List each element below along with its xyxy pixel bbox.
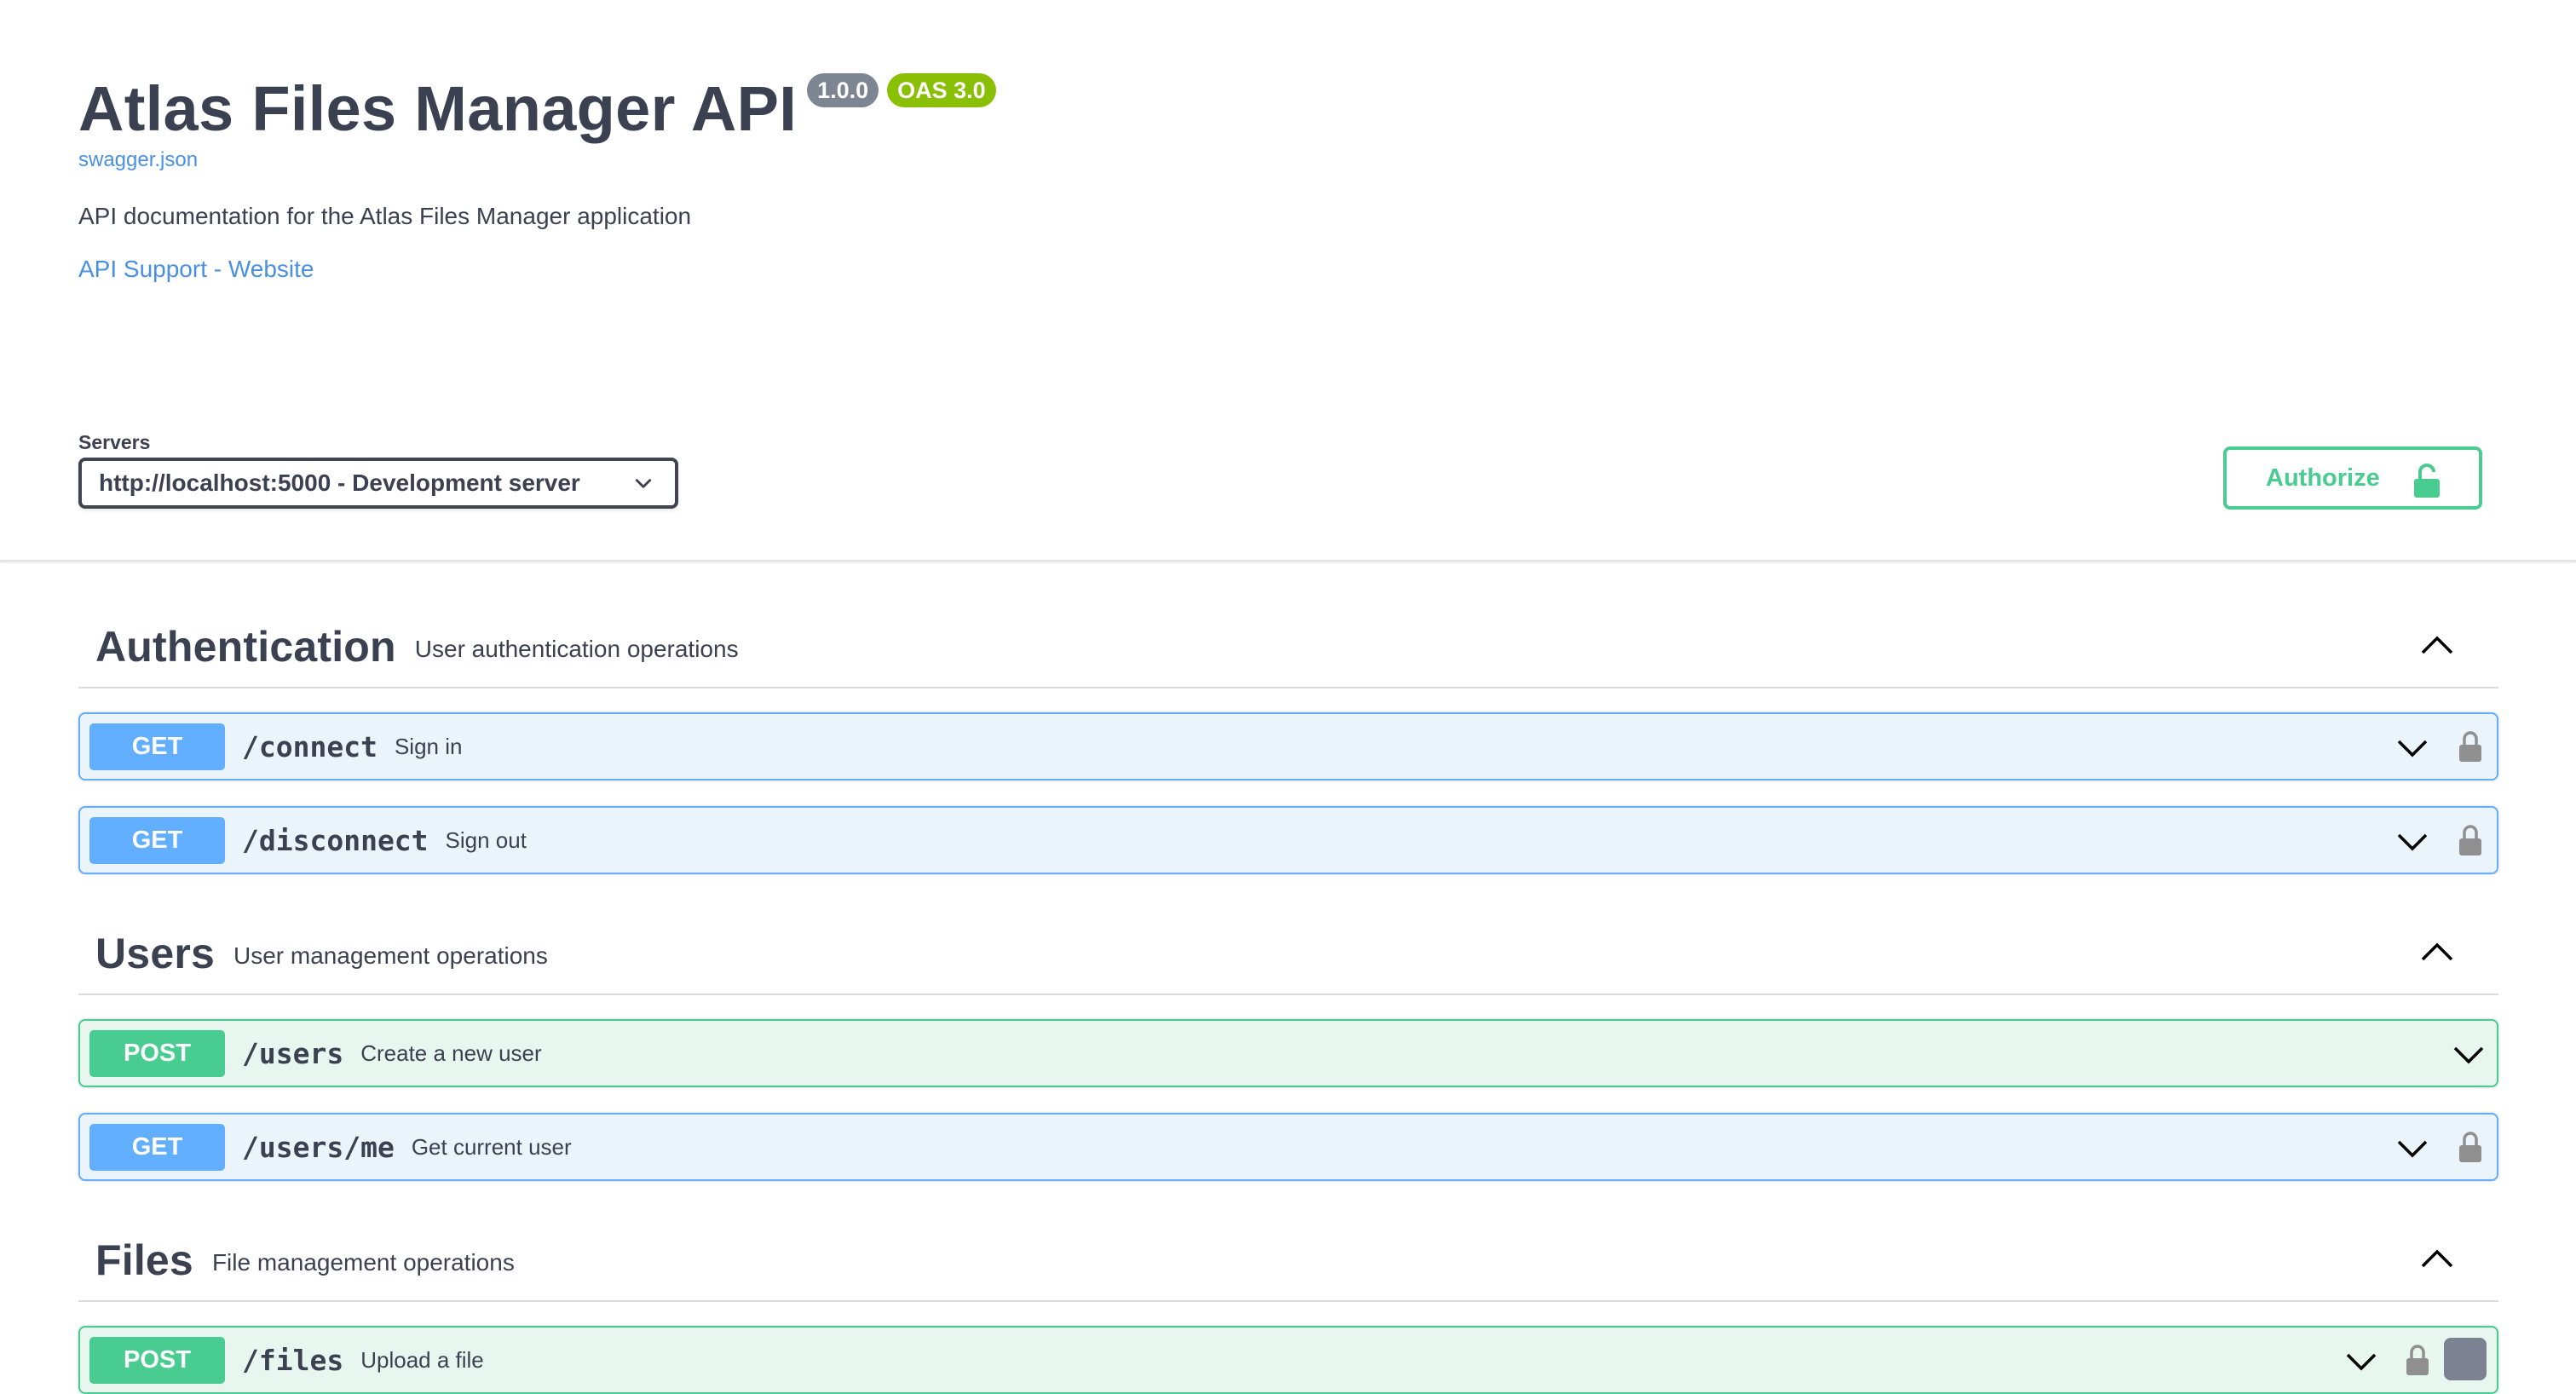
operation-path: /users [242,1036,344,1070]
chevron-up-icon [2421,636,2453,654]
method-badge: GET [89,1123,225,1171]
spec-link[interactable]: swagger.json [78,148,996,172]
tag-header-files[interactable]: Files File management operations [78,1220,2498,1302]
chevron-down-icon[interactable] [2345,1349,2377,1374]
scheme-divider [0,560,2576,562]
oas-badge: OAS 3.0 [887,73,996,107]
operation-path: /users/me [242,1130,395,1164]
clipboard-icon[interactable] [2444,1338,2487,1380]
operation-summary: Get current user [411,1133,572,1160]
lock-icon[interactable] [2458,729,2483,763]
tag-name: Authentication [95,623,396,671]
method-badge: GET [89,816,225,864]
servers-label: Servers [78,431,151,453]
authorize-button[interactable]: Authorize [2223,446,2482,510]
tag-description: User authentication operations [414,636,739,662]
operation-summary: Create a new user [360,1040,542,1066]
tag-name: Users [95,930,215,977]
info-section: Atlas Files Manager API 1.0.0 OAS 3.0 sw… [78,66,996,283]
method-badge: POST [89,1029,225,1077]
lock-icon[interactable] [2458,823,2483,857]
chevron-up-icon [2421,1249,2453,1268]
api-title: Atlas Files Manager API [78,73,798,144]
tag-description: File management operations [211,1249,515,1276]
operation-path: /files [242,1343,344,1377]
chevron-down-icon[interactable] [2396,735,2429,761]
operation-get-disconnect[interactable]: GET /disconnect Sign out [78,806,2498,874]
support-link[interactable]: API Support - Website [78,256,996,283]
lock-icon[interactable] [2405,1343,2430,1377]
tag-header-authentication[interactable]: Authentication User authentication opera… [78,607,2498,688]
operation-post-files[interactable]: POST /files Upload a file [78,1326,2498,1394]
authorize-label: Authorize [2266,464,2380,492]
operation-get-users-me[interactable]: GET /users/me Get current user [78,1113,2498,1181]
chevron-down-icon [635,479,652,488]
operation-path: /connect [242,729,377,763]
server-select-value: http://localhost:5000 - Development serv… [99,469,580,496]
unlock-icon [2414,464,2440,498]
operation-post-users[interactable]: POST /users Create a new user [78,1019,2498,1087]
title-row: Atlas Files Manager API 1.0.0 OAS 3.0 [78,66,996,152]
operation-get-connect[interactable]: GET /connect Sign in [78,712,2498,781]
chevron-down-icon[interactable] [2396,829,2429,855]
chevron-down-icon[interactable] [2452,1042,2485,1068]
tag-description: User management operations [233,942,548,969]
operation-path: /disconnect [242,823,429,857]
version-badge: 1.0.0 [807,73,879,107]
method-badge: POST [89,1336,225,1384]
operation-summary: Sign in [394,733,463,759]
operation-summary: Upload a file [360,1346,484,1373]
tag-header-users[interactable]: Users User management operations [78,913,2498,995]
tag-name: Files [95,1236,193,1284]
chevron-up-icon [2421,942,2453,961]
chevron-down-icon[interactable] [2396,1136,2429,1161]
operation-summary: Sign out [445,827,527,853]
server-select[interactable]: http://localhost:5000 - Development serv… [78,458,678,509]
api-description: API documentation for the Atlas Files Ma… [78,203,692,229]
method-badge: GET [89,723,225,770]
lock-icon[interactable] [2458,1130,2483,1164]
